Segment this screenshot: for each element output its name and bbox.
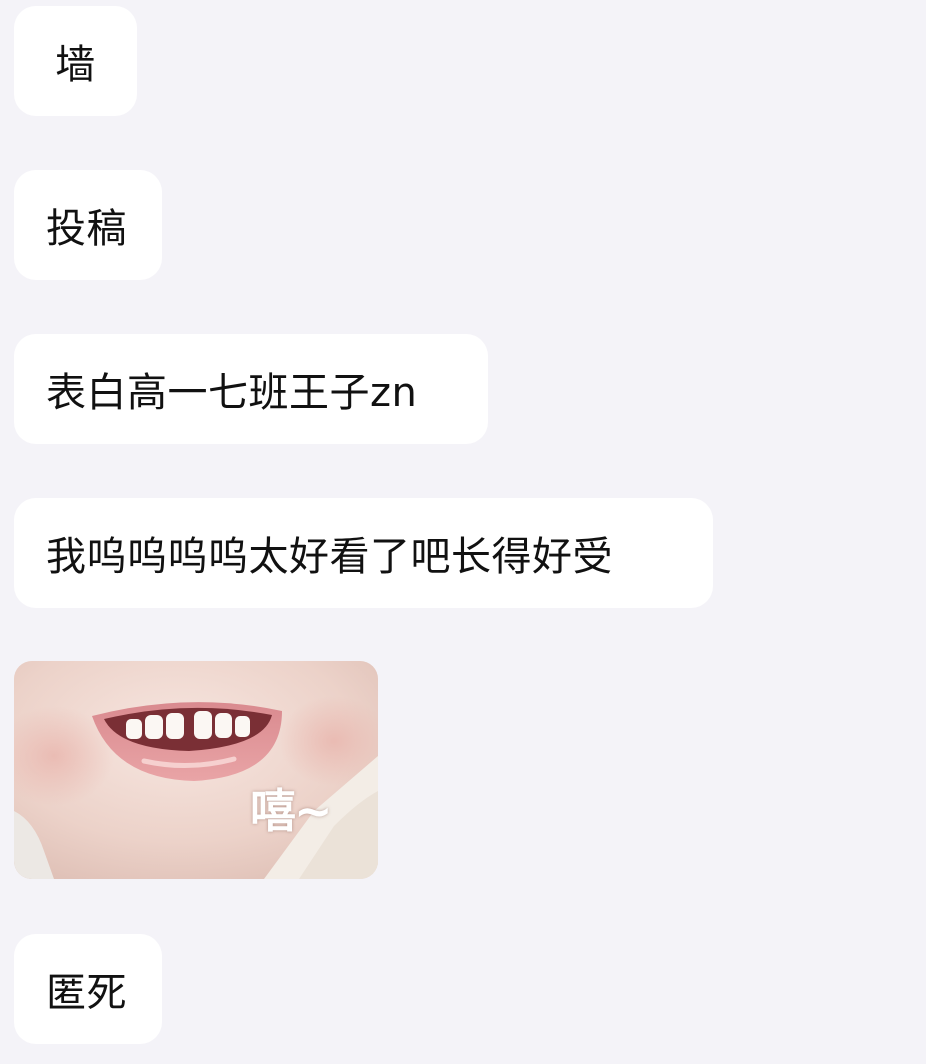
message-text: 投稿: [46, 206, 127, 252]
message-bubble[interactable]: 我呜呜呜呜太好看了吧长得好受: [14, 498, 713, 608]
sticker-message[interactable]: 嘻~: [14, 661, 378, 879]
sticker-caption: 嘻~: [250, 784, 333, 838]
message-text: 匿死: [46, 970, 127, 1016]
smiling-mouth-icon: [14, 661, 378, 879]
message-text: 我呜呜呜呜太好看了吧长得好受: [46, 534, 613, 580]
message-bubble[interactable]: 匿死: [14, 934, 162, 1044]
message-bubble[interactable]: 表白高一七班王子zn: [14, 334, 488, 444]
message-bubble[interactable]: 投稿: [14, 170, 162, 280]
message-text: 表白高一七班王子zn: [46, 370, 418, 416]
message-bubble[interactable]: 墙: [14, 6, 137, 116]
message-text: 墙: [55, 42, 96, 88]
